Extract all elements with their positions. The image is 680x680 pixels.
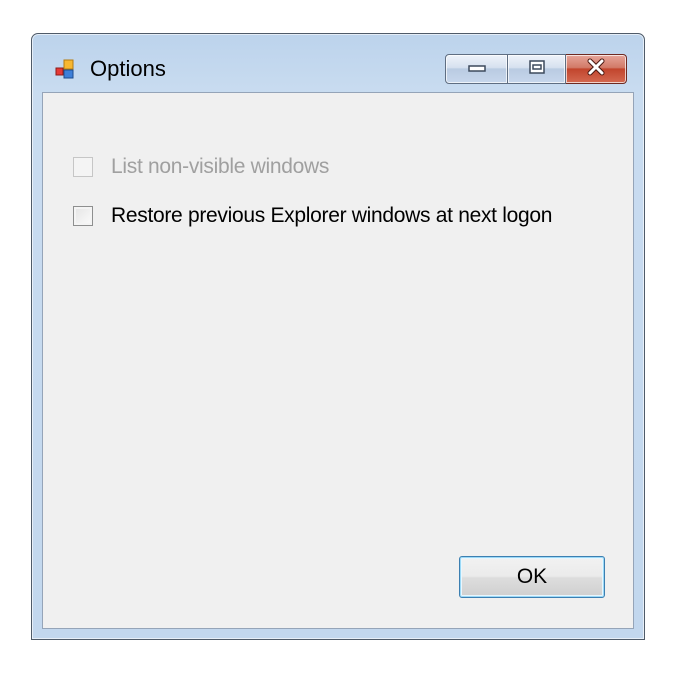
dialog-client-area: List non-visible windows Restore previou…	[42, 92, 634, 629]
option-list-non-visible: List non-visible windows	[73, 155, 329, 179]
list-non-visible-checkbox	[73, 157, 93, 177]
restore-explorer-checkbox[interactable]	[73, 206, 93, 226]
option-restore-explorer[interactable]: Restore previous Explorer windows at nex…	[73, 204, 552, 228]
app-icon	[54, 59, 76, 81]
minimize-button[interactable]	[445, 54, 508, 84]
ok-button[interactable]: OK	[459, 556, 605, 598]
restore-explorer-label[interactable]: Restore previous Explorer windows at nex…	[111, 204, 552, 228]
list-non-visible-label: List non-visible windows	[111, 155, 330, 178]
close-button[interactable]	[566, 54, 627, 84]
window-title: Options	[90, 56, 166, 81]
caption-buttons	[445, 54, 627, 84]
maximize-button[interactable]	[508, 54, 566, 84]
maximize-icon	[527, 59, 547, 80]
title-bar[interactable]: Options	[32, 34, 644, 94]
close-icon	[585, 58, 607, 81]
options-dialog: Options List non-visible windows Restore…	[31, 33, 645, 640]
minimize-icon	[467, 60, 487, 78]
